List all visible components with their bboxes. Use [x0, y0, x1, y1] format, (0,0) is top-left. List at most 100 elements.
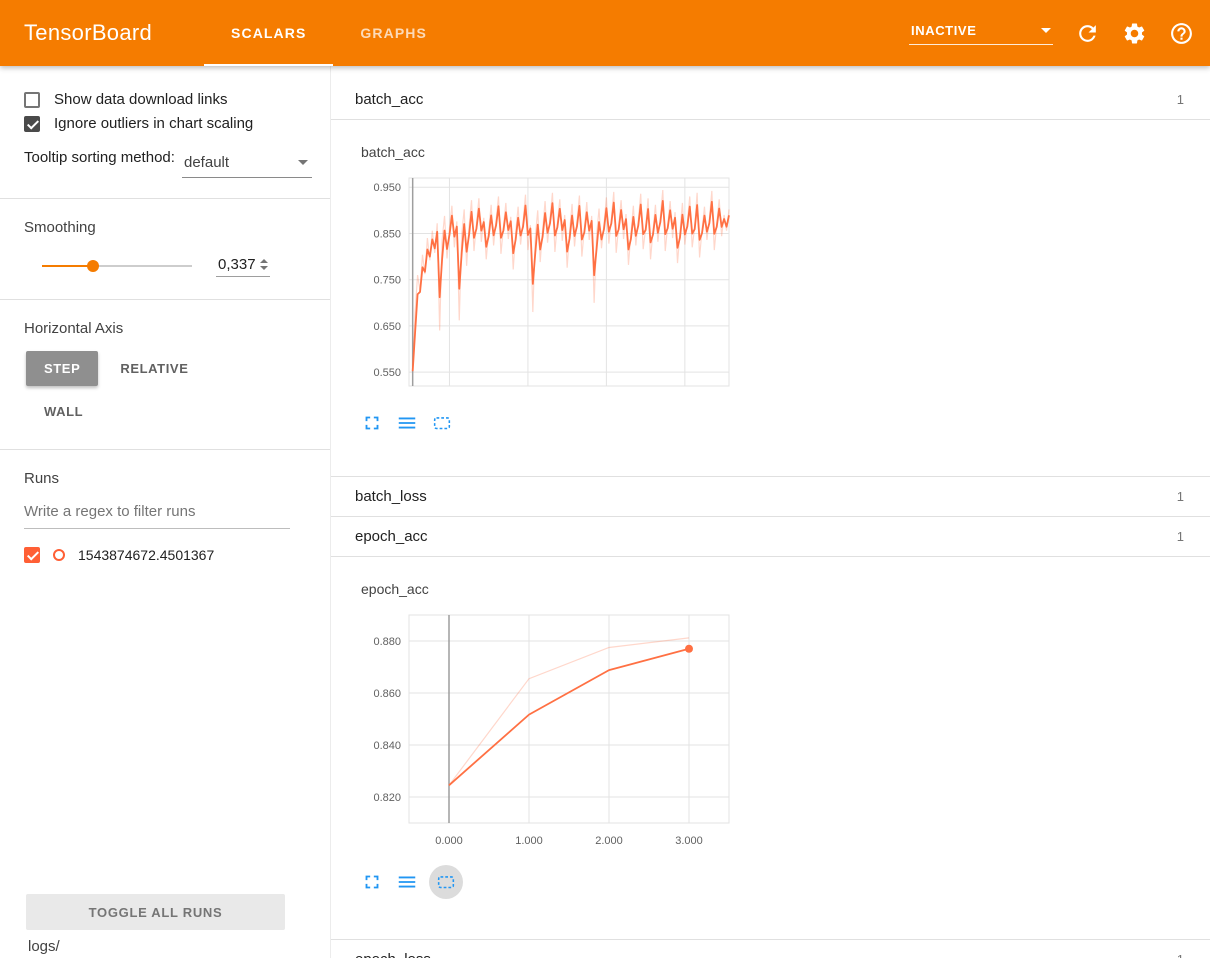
help-icon	[1169, 21, 1194, 46]
horizontal-axis-label: Horizontal Axis	[24, 320, 312, 337]
axis-step-button[interactable]: STEP	[26, 351, 98, 386]
slider-knob[interactable]	[87, 260, 99, 272]
log-scale-button[interactable]	[394, 410, 420, 436]
svg-text:0.860: 0.860	[373, 688, 401, 700]
svg-text:0.950: 0.950	[373, 182, 401, 194]
tooltip-sorting-value: default	[184, 154, 229, 171]
fit-domain-button-active[interactable]	[429, 865, 463, 899]
status-label: INACTIVE	[911, 23, 976, 38]
tooltip-sorting-dropdown[interactable]: default	[182, 150, 312, 178]
divider	[0, 198, 330, 199]
toggle-all-runs-button[interactable]: TOGGLE ALL RUNS	[26, 894, 285, 930]
category-title: batch_loss	[355, 488, 427, 505]
category-epoch-acc[interactable]: epoch_acc 1	[331, 517, 1210, 557]
category-epoch-loss[interactable]: epoch_loss 1	[331, 940, 1210, 958]
axis-wall-button[interactable]: WALL	[26, 394, 101, 429]
settings-sidebar: Show data download links Ignore outliers…	[0, 66, 330, 958]
ignore-outliers-checkbox[interactable]	[24, 116, 40, 132]
epoch-acc-chart[interactable]: 0.820 0.840 0.860 0.880 0.000 1.000 2.000 3.000	[355, 605, 739, 853]
chart-actions	[359, 410, 1210, 436]
run-color-circle[interactable]	[53, 549, 65, 561]
app-header: TensorBoard SCALARS GRAPHS INACTIVE	[0, 0, 1210, 66]
scalars-dashboard: batch_acc 1 batch_acc 0.550 0.650 0.750 0.8…	[330, 66, 1210, 958]
batch-acc-chart[interactable]: 0.550 0.650 0.750 0.850 0.950	[355, 168, 739, 398]
show-download-links-label: Show data download links	[54, 91, 227, 108]
log-scale-button[interactable]	[394, 869, 420, 895]
fullscreen-icon	[361, 412, 383, 434]
chevron-down-icon	[1041, 28, 1051, 33]
svg-text:0.840: 0.840	[373, 740, 401, 752]
run-name: 1543874672.4501367	[78, 547, 214, 563]
tooltip-sorting-row: Tooltip sorting method: default	[24, 148, 312, 178]
dashed-box-icon	[431, 412, 453, 434]
chevron-down-icon	[298, 160, 308, 165]
svg-text:0.650: 0.650	[373, 321, 401, 333]
spinner-up-icon[interactable]	[260, 259, 268, 263]
dashed-box-icon	[435, 871, 457, 893]
maximize-chart-button[interactable]	[359, 869, 385, 895]
ignore-outliers-label: Ignore outliers in chart scaling	[54, 115, 253, 132]
runs-label: Runs	[24, 470, 312, 487]
app-title: TensorBoard	[24, 20, 152, 46]
svg-text:0.880: 0.880	[373, 636, 401, 648]
run-item: 1543874672.4501367	[24, 547, 312, 563]
slider-fill	[42, 265, 93, 267]
show-download-links-checkbox[interactable]	[24, 92, 40, 108]
log-scale-icon	[396, 412, 418, 434]
fit-domain-button[interactable]	[429, 410, 455, 436]
number-spinner[interactable]	[260, 259, 268, 270]
chart-card-batch-acc: batch_acc 0.550 0.650 0.750 0.850 0.950	[331, 120, 1210, 477]
runs-group-label: logs/	[28, 936, 330, 958]
ignore-outliers-row: Ignore outliers in chart scaling	[24, 115, 312, 132]
category-count: 1	[1177, 952, 1184, 958]
svg-text:0.820: 0.820	[373, 792, 401, 804]
tab-scalars[interactable]: SCALARS	[204, 0, 333, 66]
status-dropdown[interactable]: INACTIVE	[909, 21, 1053, 45]
fullscreen-icon	[361, 871, 383, 893]
category-count: 1	[1177, 489, 1184, 504]
svg-text:2.000: 2.000	[595, 835, 623, 847]
smoothing-row: 0,337	[24, 254, 312, 277]
smoothing-label: Smoothing	[24, 219, 312, 236]
runs-filter-input[interactable]	[24, 497, 290, 529]
settings-button[interactable]	[1122, 21, 1147, 46]
category-batch-acc[interactable]: batch_acc 1	[331, 80, 1210, 120]
category-count: 1	[1177, 92, 1184, 107]
gear-icon	[1122, 21, 1147, 46]
chart-actions	[359, 865, 1210, 899]
svg-text:3.000: 3.000	[675, 835, 703, 847]
show-download-links-row: Show data download links	[24, 91, 312, 108]
maximize-chart-button[interactable]	[359, 410, 385, 436]
help-button[interactable]	[1169, 21, 1194, 46]
category-count: 1	[1177, 529, 1184, 544]
log-scale-icon	[396, 871, 418, 893]
refresh-button[interactable]	[1075, 21, 1100, 46]
tensorboard-app: TensorBoard SCALARS GRAPHS INACTIVE	[0, 0, 1210, 958]
divider	[0, 299, 330, 300]
refresh-icon	[1075, 21, 1100, 46]
tab-graphs[interactable]: GRAPHS	[333, 0, 454, 66]
smoothing-value: 0,337	[218, 256, 256, 273]
header-actions: INACTIVE	[909, 21, 1194, 46]
category-title: batch_acc	[355, 91, 423, 108]
category-title: epoch_loss	[355, 951, 431, 958]
smoothing-value-input[interactable]: 0,337	[216, 254, 270, 277]
category-batch-loss[interactable]: batch_loss 1	[331, 477, 1210, 517]
category-title: epoch_acc	[355, 528, 428, 545]
svg-text:0.750: 0.750	[373, 275, 401, 287]
tooltip-sorting-label: Tooltip sorting method:	[24, 148, 182, 168]
horizontal-axis-buttons: STEP RELATIVE WALL	[24, 347, 284, 433]
spinner-down-icon[interactable]	[260, 266, 268, 270]
axis-relative-button[interactable]: RELATIVE	[102, 351, 206, 386]
svg-text:0.850: 0.850	[373, 228, 401, 240]
main-tabs: SCALARS GRAPHS	[204, 0, 454, 66]
svg-text:1.000: 1.000	[515, 835, 543, 847]
smoothing-slider[interactable]	[42, 259, 192, 273]
chart-card-epoch-acc: epoch_acc 0.820 0.840 0.860 0.880 0.000 1.000…	[331, 557, 1210, 940]
svg-text:0.550: 0.550	[373, 367, 401, 379]
svg-text:0.000: 0.000	[435, 835, 463, 847]
divider	[0, 449, 330, 450]
run-checkbox[interactable]	[24, 547, 40, 563]
chart-title: epoch_acc	[361, 581, 1210, 601]
chart-title: batch_acc	[361, 144, 1210, 164]
